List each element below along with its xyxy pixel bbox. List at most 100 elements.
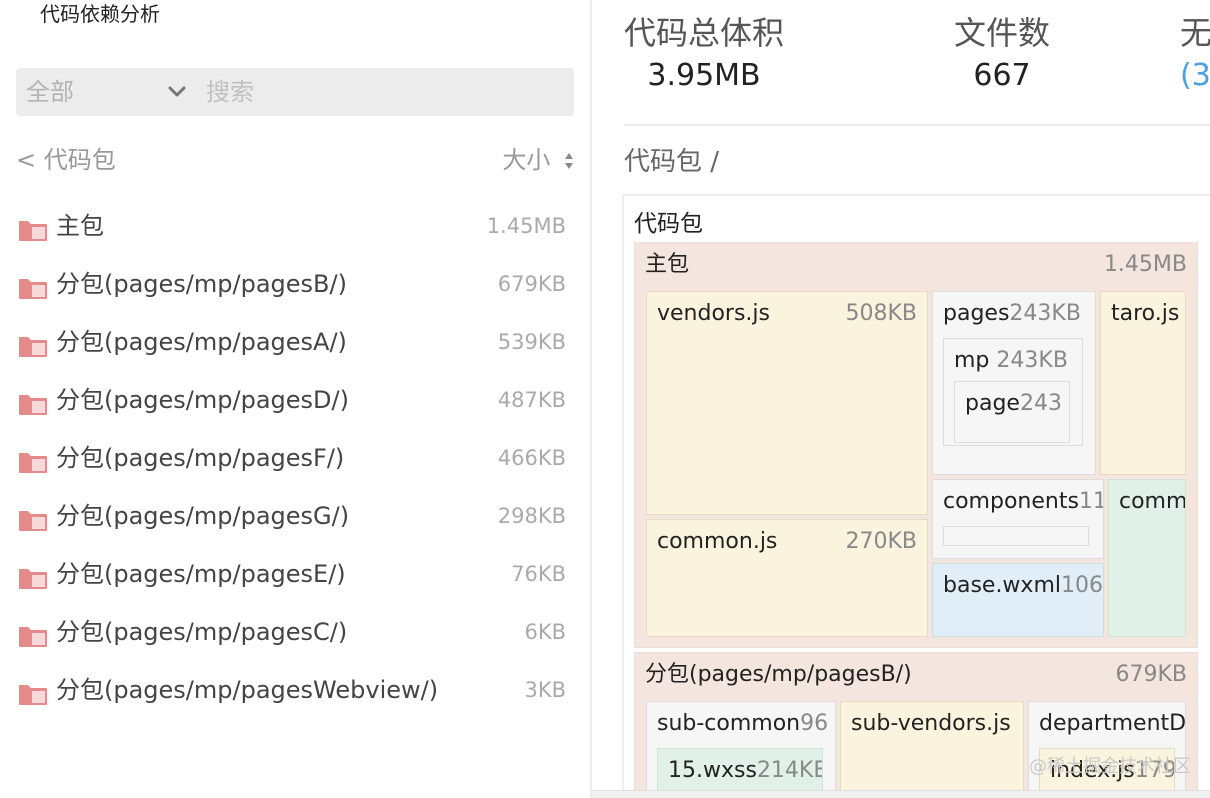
package-list: 主包 1.45MB 分包(pages/mp/pagesB/) 679KB 分包(… [16, 198, 566, 720]
back-to-packages-link[interactable]: < 代码包 [16, 140, 116, 180]
node-name: common.js [657, 529, 778, 554]
node-size: 96 [800, 711, 829, 736]
folder-icon [19, 279, 47, 299]
node-name: page243 [965, 388, 1062, 420]
node-name: sub-vendors.js [851, 711, 1011, 736]
treemap-node-components[interactable]: components11 [932, 479, 1104, 559]
package-size: 539KB [497, 330, 566, 354]
treemap-node-taro[interactable]: taro.js [1100, 291, 1186, 475]
folder-icon [19, 627, 47, 647]
package-name: 分包(pages/mp/pagesA/) [56, 328, 347, 356]
node-size: 214KE [756, 758, 823, 783]
node-name: taro.js [1111, 301, 1180, 326]
filter-bar: 全部 [16, 68, 574, 116]
node-size: 243KB [996, 348, 1068, 373]
treemap-node-common[interactable]: common.js 270KB [646, 519, 928, 637]
package-name: 分包(pages/mp/pagesC/) [56, 618, 348, 646]
node-name: components11 [943, 486, 1103, 518]
stat-total-size: 代码总体积 3.95MB [624, 12, 784, 98]
app-title: 代码依赖分析 [40, 2, 160, 26]
stats-divider [624, 124, 1210, 126]
node-name-text: base.wxml [943, 573, 1061, 598]
treemap-node-page[interactable]: page243 [954, 381, 1070, 443]
package-item-pagesC[interactable]: 分包(pages/mp/pagesC/) 6KB [16, 604, 566, 662]
treemap-node-department[interactable]: departmentD index.js179 [1028, 701, 1186, 798]
folder-icon [19, 511, 47, 531]
package-size: 487KB [497, 388, 566, 412]
breadcrumb[interactable]: 代码包 / [624, 142, 719, 182]
node-size: 106 [1061, 573, 1103, 598]
package-name: 分包(pages/mp/pagesWebview/) [56, 676, 439, 704]
node-name: departmentD [1039, 711, 1186, 736]
chevron-down-icon[interactable] [166, 81, 188, 103]
folder-icon [19, 395, 47, 415]
stat-value: 667 [973, 58, 1031, 93]
node-name-text: 15.wxss [668, 758, 757, 783]
node-name: 主包 [645, 252, 690, 277]
treemap-node-pages[interactable]: pages243KB mp 243KB page243 [932, 291, 1096, 475]
node-name-text: page [965, 391, 1020, 416]
node-name: mp 243KB [954, 345, 1068, 377]
package-name: 分包(pages/mp/pagesE/) [56, 560, 346, 588]
stat-value-link[interactable]: (3 [1180, 54, 1210, 98]
package-size: 6KB [524, 620, 566, 644]
package-name: 分包(pages/mp/pagesB/) [56, 270, 347, 298]
package-item-pagesWebview[interactable]: 分包(pages/mp/pagesWebview/) 3KB [16, 662, 566, 720]
sort-arrows-icon [565, 153, 573, 169]
package-item-main[interactable]: 主包 1.45MB [16, 198, 566, 256]
folder-icon [19, 685, 47, 705]
horizontal-scrollbar[interactable] [592, 790, 1210, 798]
list-header: < 代码包 大小 [16, 140, 574, 180]
sort-label: 大小 [502, 146, 551, 174]
package-name: 分包(pages/mp/pagesG/) [56, 502, 350, 530]
filter-selected-label: 全部 [26, 78, 74, 106]
treemap-node-vendors[interactable]: vendors.js 508KB [646, 291, 928, 515]
node-size: 243KB [1009, 301, 1081, 326]
treemap-node-comm[interactable]: comm [1108, 479, 1186, 637]
node-name: vendors.js [657, 301, 770, 326]
package-item-pagesF[interactable]: 分包(pages/mp/pagesF/) 466KB [16, 430, 566, 488]
node-name: pages243KB [943, 298, 1081, 330]
node-name-text: sub-common [657, 711, 801, 736]
folder-icon [19, 453, 47, 473]
stat-label: 文件数 [954, 14, 1051, 52]
treemap-node-mp[interactable]: mp 243KB page243 [943, 338, 1083, 446]
stat-file-count: 文件数 667 [954, 12, 1050, 98]
treemap-node-components-child[interactable] [943, 526, 1089, 546]
stat-label: 无 [1180, 14, 1210, 52]
folder-icon [19, 221, 47, 241]
package-item-pagesG[interactable]: 分包(pages/mp/pagesG/) 298KB [16, 488, 566, 546]
package-item-pagesD[interactable]: 分包(pages/mp/pagesD/) 487KB [16, 372, 566, 430]
package-size: 466KB [497, 446, 566, 470]
folder-icon [19, 337, 47, 357]
node-name: 分包(pages/mp/pagesB/) [645, 662, 912, 687]
package-item-pagesE[interactable]: 分包(pages/mp/pagesE/) 76KB [16, 546, 566, 604]
package-size: 3KB [524, 678, 566, 702]
node-size: 243 [1019, 391, 1062, 416]
package-name: 分包(pages/mp/pagesF/) [56, 444, 345, 472]
stat-unused: 无 (3 [1180, 12, 1210, 98]
treemap-node-sub-common[interactable]: sub-common96 15.wxss214KE [646, 701, 836, 798]
watermark: @稀土掘金技术社区 [1029, 756, 1191, 777]
treemap-node-base-wxml[interactable]: base.wxml106 [932, 563, 1104, 637]
package-item-pagesB[interactable]: 分包(pages/mp/pagesB/) 679KB [16, 256, 566, 314]
stat-label: 代码总体积 [624, 14, 785, 52]
package-size: 1.45MB [486, 214, 566, 238]
package-filter-select[interactable]: 全部 [26, 68, 74, 116]
node-name-text: pages [943, 301, 1010, 326]
node-name: comm [1119, 489, 1186, 514]
treemap-node-sub-vendors[interactable]: sub-vendors.js [840, 701, 1024, 798]
node-name: 15.wxss214KE [668, 755, 823, 787]
left-panel: 代码依赖分析 全部 < 代码包 大小 主包 1.45MB 分包(pages/mp… [0, 0, 590, 798]
treemap-node-main[interactable]: 主包 1.45MB vendors.js 508KB common.js 270… [634, 242, 1198, 648]
package-size: 679KB [497, 272, 566, 296]
folder-icon [19, 569, 47, 589]
sort-by-size-control[interactable]: 大小 [502, 140, 574, 180]
package-name: 分包(pages/mp/pagesD/) [56, 386, 349, 414]
package-size: 298KB [497, 504, 566, 528]
node-size: 270KB [845, 529, 917, 554]
package-item-pagesA[interactable]: 分包(pages/mp/pagesA/) 539KB [16, 314, 566, 372]
search-input[interactable] [206, 76, 556, 108]
node-size: 11 [1078, 489, 1103, 514]
node-size: 1.45MB [1103, 252, 1187, 277]
